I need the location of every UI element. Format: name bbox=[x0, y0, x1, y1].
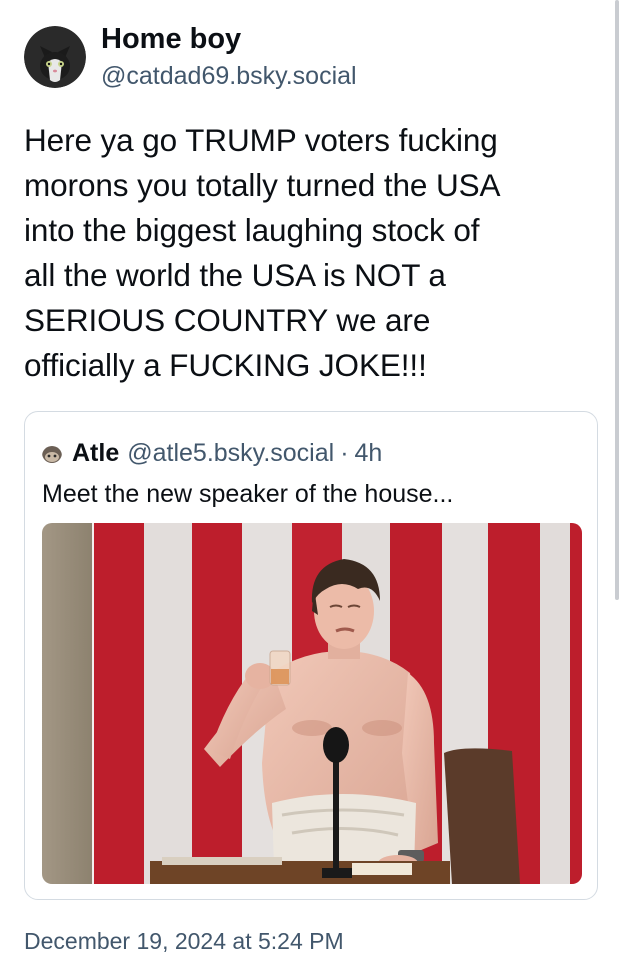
quote-time[interactable]: 4h bbox=[355, 438, 383, 468]
shirtless-man-toasting-at-lectern-photo[interactable] bbox=[42, 523, 582, 884]
quote-author-avatar-icon[interactable] bbox=[42, 443, 62, 463]
quote-separator: · bbox=[340, 439, 349, 467]
quote-post-card[interactable]: Atle @atle5.bsky.social · 4h Meet the ne… bbox=[24, 411, 598, 900]
quote-header: Atle @atle5.bsky.social · 4h bbox=[42, 438, 382, 468]
author-display-name[interactable]: Home boy bbox=[101, 22, 357, 56]
cat-avatar-icon[interactable] bbox=[24, 26, 86, 88]
post-author[interactable]: Home boy @catdad69.bsky.social bbox=[24, 22, 357, 92]
post: Home boy @catdad69.bsky.social Here ya g… bbox=[0, 0, 623, 960]
post-timestamp[interactable]: December 19, 2024 at 5:24 PM bbox=[24, 926, 344, 956]
quote-author-name[interactable]: Atle bbox=[72, 438, 119, 468]
post-text: Here ya go TRUMP voters fucking morons y… bbox=[24, 122, 501, 383]
quote-author-handle[interactable]: @atle5.bsky.social bbox=[127, 438, 334, 468]
quote-text: Meet the new speaker of the house... bbox=[42, 480, 454, 508]
author-handle[interactable]: @catdad69.bsky.social bbox=[101, 60, 357, 92]
